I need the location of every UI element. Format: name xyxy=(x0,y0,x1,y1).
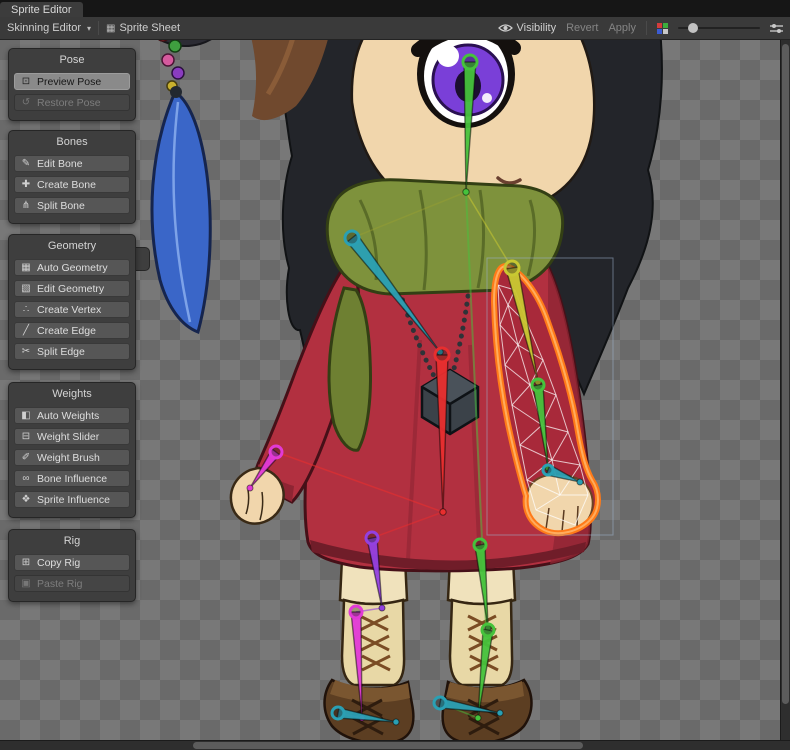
button-label: Preview Pose xyxy=(37,76,101,88)
button-label: Weight Brush xyxy=(37,452,100,464)
mode-dropdown-label: Skinning Editor xyxy=(7,22,81,34)
mixer-line xyxy=(770,30,783,32)
apply-button[interactable]: Apply xyxy=(608,22,636,34)
button-label: Create Vertex xyxy=(37,304,101,316)
edit-geometry-icon: ▧ xyxy=(20,283,32,294)
button-label: Split Edge xyxy=(37,346,85,358)
button-label: Create Edge xyxy=(37,325,96,337)
button-label: Create Bone xyxy=(37,179,96,191)
weights-panel: Weights ◧ Auto Weights ⊟ Weight Slider ✐… xyxy=(8,382,136,518)
create-edge-button[interactable]: ╱ Create Edge xyxy=(14,322,130,339)
restore-pose-icon: ↺ xyxy=(20,97,32,108)
auto-weights-icon: ◧ xyxy=(20,410,32,421)
channel-green xyxy=(663,23,668,28)
paste-rig-button[interactable]: ▣ Paste Rig xyxy=(14,575,130,592)
bone-influence-button[interactable]: ∞ Bone Influence xyxy=(14,470,130,487)
copy-rig-icon: ⊞ xyxy=(20,557,32,568)
split-bone-icon: ⋔ xyxy=(20,200,32,211)
bones-panel: Bones ✎ Edit Bone ✚ Create Bone ⋔ Split … xyxy=(8,130,136,224)
create-edge-icon: ╱ xyxy=(20,325,32,336)
panel-title-pose: Pose xyxy=(13,51,131,69)
chevron-down-icon: ▾ xyxy=(87,24,91,33)
edit-bone-button[interactable]: ✎ Edit Bone xyxy=(14,155,130,172)
create-bone-button[interactable]: ✚ Create Bone xyxy=(14,176,130,193)
weight-brush-icon: ✐ xyxy=(20,452,32,463)
toolbar-divider xyxy=(98,21,99,35)
visibility-label: Visibility xyxy=(517,22,557,34)
visibility-eye-icon xyxy=(498,23,513,33)
copy-rig-button[interactable]: ⊞ Copy Rig xyxy=(14,554,130,571)
panel-title-rig: Rig xyxy=(13,532,131,550)
paste-rig-icon: ▣ xyxy=(20,578,32,589)
channel-alpha xyxy=(663,29,668,34)
edit-geometry-button[interactable]: ▧ Edit Geometry xyxy=(14,280,130,297)
revert-button[interactable]: Revert xyxy=(566,22,598,34)
horizontal-scrollbar[interactable] xyxy=(0,740,790,750)
button-label: Paste Rig xyxy=(37,578,83,590)
edit-bone-icon: ✎ xyxy=(20,158,32,169)
weight-slider-button[interactable]: ⊟ Weight Slider xyxy=(14,428,130,445)
sprite-sheet-button[interactable]: ▦ Sprite Sheet xyxy=(106,22,180,34)
vertical-scrollbar[interactable] xyxy=(780,40,790,740)
vertical-scrollbar-thumb[interactable] xyxy=(782,44,789,704)
button-label: Auto Weights xyxy=(37,410,99,422)
geometry-panel: Geometry ▦ Auto Geometry ▧ Edit Geometry… xyxy=(8,234,136,370)
restore-pose-button[interactable]: ↺ Restore Pose xyxy=(14,94,130,111)
create-vertex-button[interactable]: ∴ Create Vertex xyxy=(14,301,130,318)
overlay-options-icon[interactable] xyxy=(770,25,783,32)
auto-geometry-icon: ▦ xyxy=(20,262,32,273)
auto-weights-button[interactable]: ◧ Auto Weights xyxy=(14,407,130,424)
zoom-slider[interactable] xyxy=(678,22,760,34)
visibility-toggle[interactable]: Visibility xyxy=(498,22,557,34)
sprite-influence-button[interactable]: ❖ Sprite Influence xyxy=(14,491,130,508)
horizontal-scrollbar-thumb[interactable] xyxy=(193,742,583,749)
geometry-panel-handle[interactable] xyxy=(136,247,150,271)
button-label: Auto Geometry xyxy=(37,262,108,274)
panel-title-bones: Bones xyxy=(13,133,131,151)
sprite-influence-icon: ❖ xyxy=(20,494,32,505)
button-label: Sprite Influence xyxy=(37,494,110,506)
left-boot xyxy=(340,558,407,685)
sprite-sheet-label: Sprite Sheet xyxy=(119,22,180,34)
split-edge-button[interactable]: ✂ Split Edge xyxy=(14,343,130,360)
feather-accessory xyxy=(136,40,238,332)
mixer-line xyxy=(770,25,783,27)
tab-sprite-editor[interactable]: Sprite Editor xyxy=(0,2,83,19)
toolbar: Skinning Editor ▾ ▦ Sprite Sheet Visibil… xyxy=(0,17,790,40)
create-vertex-icon: ∴ xyxy=(20,304,32,315)
button-label: Copy Rig xyxy=(37,557,80,569)
pose-panel: Pose ⊡ Preview Pose ↺ Restore Pose xyxy=(8,48,136,121)
channel-blue xyxy=(657,29,662,34)
preview-pose-button[interactable]: ⊡ Preview Pose xyxy=(14,73,130,90)
sprite-character[interactable] xyxy=(136,40,662,740)
weight-slider-icon: ⊟ xyxy=(20,431,32,442)
button-label: Edit Bone xyxy=(37,158,83,170)
panel-title-geometry: Geometry xyxy=(13,237,131,255)
button-label: Edit Geometry xyxy=(37,283,104,295)
preview-pose-icon: ⊡ xyxy=(20,76,32,87)
color-channels-icon[interactable] xyxy=(657,23,668,34)
button-label: Weight Slider xyxy=(37,431,99,443)
bone-influence-icon: ∞ xyxy=(20,473,32,484)
window-tab-bar: Sprite Editor xyxy=(0,0,790,17)
panel-title-weights: Weights xyxy=(13,385,131,403)
tab-label: Sprite Editor xyxy=(11,4,72,16)
auto-geometry-button[interactable]: ▦ Auto Geometry xyxy=(14,259,130,276)
zoom-slider-thumb[interactable] xyxy=(688,23,698,33)
button-label: Split Bone xyxy=(37,200,85,212)
split-edge-icon: ✂ xyxy=(20,346,32,357)
split-bone-button[interactable]: ⋔ Split Bone xyxy=(14,197,130,214)
sprite-sheet-icon: ▦ xyxy=(106,23,115,34)
channel-red xyxy=(657,23,662,28)
button-label: Bone Influence xyxy=(37,473,107,485)
toolbar-divider xyxy=(646,21,647,35)
button-label: Restore Pose xyxy=(37,97,101,109)
weight-brush-button[interactable]: ✐ Weight Brush xyxy=(14,449,130,466)
create-bone-icon: ✚ xyxy=(20,179,32,190)
rig-panel: Rig ⊞ Copy Rig ▣ Paste Rig xyxy=(8,529,136,602)
mode-dropdown[interactable]: Skinning Editor ▾ xyxy=(7,22,91,34)
